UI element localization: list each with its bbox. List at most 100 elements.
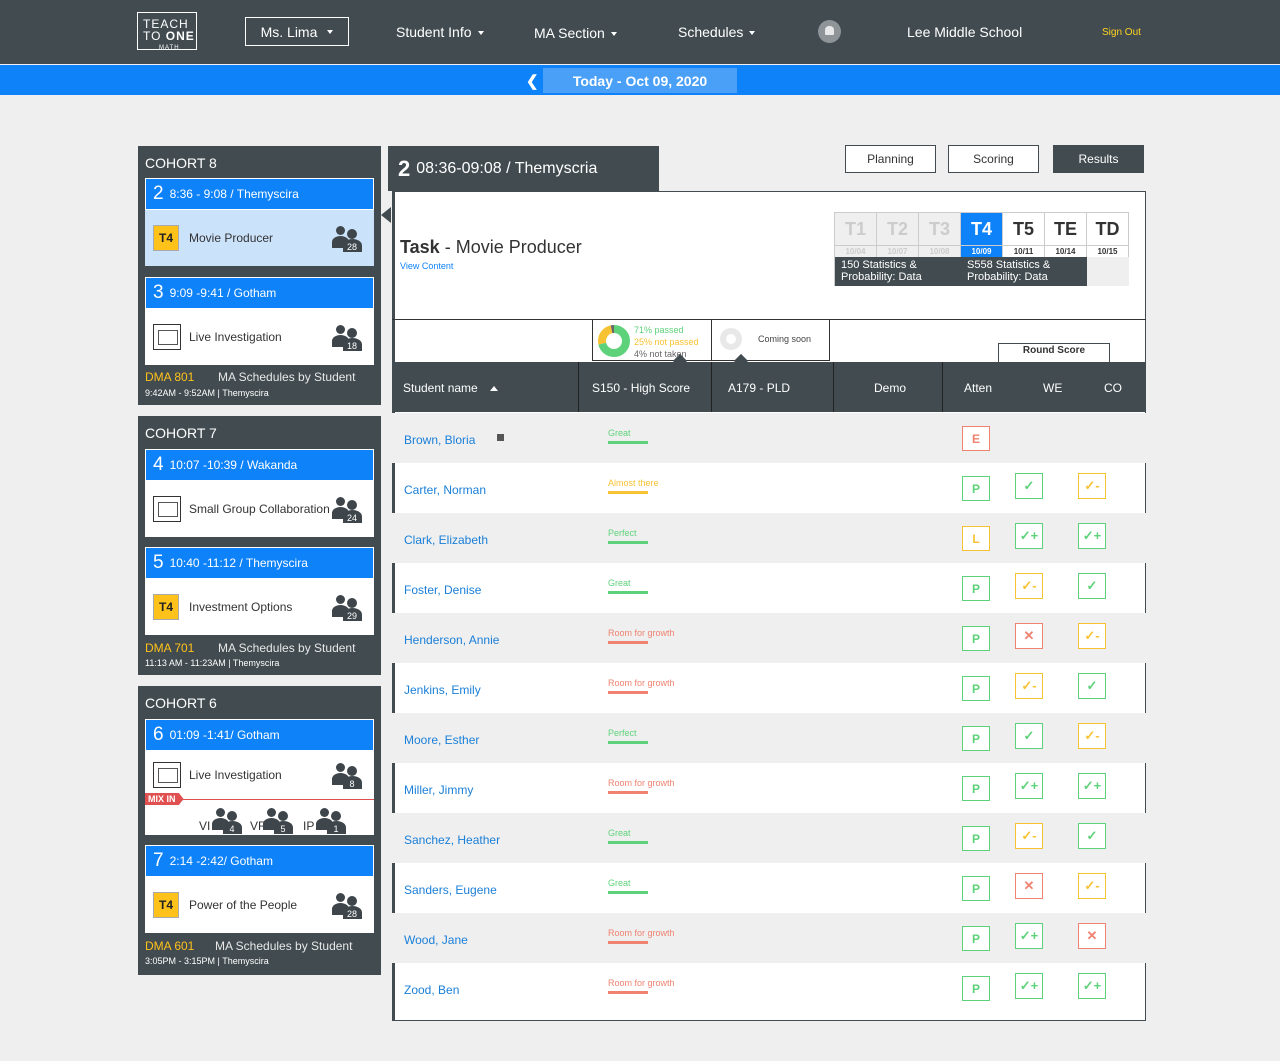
table-row[interactable]: Moore, Esther Perfect P ✓ ✓-: [392, 713, 1146, 763]
student-name[interactable]: Wood, Jane: [404, 933, 468, 947]
we-score[interactable]: ✓: [1015, 473, 1043, 499]
table-row[interactable]: Wood, Jane Room for growth P ✓+ ✕: [392, 913, 1146, 963]
nav-schedules[interactable]: Schedules: [678, 24, 756, 40]
session-card[interactable]: 6 01:09 -1:41/ Gotham Live Investigation 8 M…: [145, 719, 374, 835]
co-score[interactable]: ✓: [1078, 673, 1106, 699]
table-row[interactable]: Henderson, Annie Room for growth P ✕ ✓-: [392, 613, 1146, 663]
we-score[interactable]: ✓+: [1015, 523, 1043, 549]
tier-cell[interactable]: T2 10/07: [877, 213, 919, 257]
attendance-badge[interactable]: P: [962, 926, 990, 951]
student-name[interactable]: Clark, Elizabeth: [404, 533, 488, 547]
student-name[interactable]: Brown, Bloria: [404, 433, 475, 447]
col-atten[interactable]: Atten: [964, 381, 992, 395]
student-name[interactable]: Foster, Denise: [404, 583, 481, 597]
note-icon[interactable]: [497, 434, 504, 441]
attendance-badge[interactable]: P: [962, 476, 990, 501]
co-score[interactable]: ✓-: [1078, 873, 1106, 899]
scoring-button[interactable]: Scoring: [948, 145, 1039, 173]
nav-ma-section[interactable]: MA Section: [534, 25, 617, 41]
section-code[interactable]: DMA 601: [145, 939, 194, 953]
co-score[interactable]: ✓+: [1078, 973, 1106, 999]
table-row[interactable]: Sanders, Eugene Great P ✕ ✓-: [392, 863, 1146, 913]
co-score[interactable]: ✓-: [1078, 623, 1106, 649]
we-score[interactable]: ✓+: [1015, 973, 1043, 999]
table-row[interactable]: Carter, Norman Almost there P ✓ ✓-: [392, 463, 1146, 513]
attendance-badge[interactable]: P: [962, 976, 990, 1001]
session-header[interactable]: 4 10:07 -10:39 / Wakanda: [145, 449, 374, 481]
bell-icon[interactable]: [818, 20, 841, 43]
we-score[interactable]: ✓+: [1015, 923, 1043, 949]
student-name[interactable]: Jenkins, Emily: [404, 683, 481, 697]
schedule-link[interactable]: MA Schedules by Student: [218, 370, 355, 384]
student-name[interactable]: Miller, Jimmy: [404, 783, 473, 797]
schedule-link[interactable]: MA Schedules by Student: [218, 641, 355, 655]
section-code[interactable]: DMA 801: [145, 370, 194, 384]
table-row[interactable]: Clark, Elizabeth Perfect L ✓+ ✓+: [392, 513, 1146, 563]
we-score[interactable]: ✓+: [1015, 773, 1043, 799]
attendance-badge[interactable]: P: [962, 626, 990, 651]
we-score[interactable]: ✕: [1015, 623, 1043, 649]
we-score[interactable]: ✓-: [1015, 573, 1043, 599]
tier-cell[interactable]: T1 10/04: [835, 213, 877, 257]
table-row[interactable]: Zood, Ben Room for growth P ✓+ ✓+: [392, 963, 1146, 1013]
session-header[interactable]: 5 10:40 -11:12 / Themyscira: [145, 547, 374, 579]
session-header[interactable]: 7 2:14 -2:42/ Gotham: [145, 845, 374, 877]
sort-up-icon[interactable]: [489, 386, 498, 392]
session-header[interactable]: 6 01:09 -1:41/ Gotham: [145, 719, 374, 751]
col-we[interactable]: WE: [1043, 381, 1062, 395]
table-row[interactable]: Brown, Bloria Great E: [392, 413, 1146, 463]
attendance-badge[interactable]: P: [962, 826, 990, 851]
student-name[interactable]: Zood, Ben: [404, 983, 459, 997]
session-body[interactable]: T4 Power of the People 28: [145, 877, 374, 933]
attendance-badge[interactable]: P: [962, 776, 990, 801]
table-row[interactable]: Foster, Denise Great P ✓- ✓: [392, 563, 1146, 613]
co-score[interactable]: ✓-: [1078, 723, 1106, 749]
chevron-left-icon[interactable]: ❮: [526, 72, 539, 90]
student-name[interactable]: Moore, Esther: [404, 733, 479, 747]
student-name[interactable]: Henderson, Annie: [404, 633, 499, 647]
session-body[interactable]: Small Group Collaboration 24: [145, 481, 374, 537]
we-score[interactable]: ✓: [1015, 723, 1043, 749]
co-score[interactable]: ✓: [1078, 823, 1106, 849]
coming-soon-chip[interactable]: Coming soon: [712, 319, 830, 369]
tier-cell[interactable]: T4 10/09: [961, 213, 1003, 257]
session-card[interactable]: 3 9:09 -9:41 / Gotham Live Investigation 18: [145, 277, 374, 365]
session-body[interactable]: T4 Investment Options 29: [145, 579, 374, 635]
we-score[interactable]: ✓-: [1015, 823, 1043, 849]
co-score[interactable]: ✓-: [1078, 473, 1106, 499]
co-score[interactable]: ✓+: [1078, 523, 1106, 549]
sign-out-link[interactable]: Sign Out: [1102, 27, 1141, 38]
student-name[interactable]: Carter, Norman: [404, 483, 486, 497]
session-body[interactable]: Live Investigation 8: [145, 751, 374, 799]
nav-student-info[interactable]: Student Info: [396, 24, 484, 40]
col-demo[interactable]: Demo: [874, 381, 906, 395]
results-button[interactable]: Results: [1053, 145, 1144, 173]
session-card[interactable]: 2 8:36 - 9:08 / Themyscira T4 Movie Produce…: [145, 178, 374, 266]
col-a179[interactable]: A179 - PLD: [728, 381, 790, 395]
attendance-badge[interactable]: P: [962, 576, 990, 601]
section-code[interactable]: DMA 701: [145, 641, 194, 655]
table-row[interactable]: Miller, Jimmy Room for growth P ✓+ ✓+: [392, 763, 1146, 813]
tier-cell[interactable]: T5 10/11: [1003, 213, 1045, 257]
we-score[interactable]: ✕: [1015, 873, 1043, 899]
planning-button[interactable]: Planning: [845, 145, 936, 173]
session-header[interactable]: 3 9:09 -9:41 / Gotham: [145, 277, 374, 309]
session-body[interactable]: Live Investigation 18: [145, 309, 374, 365]
attendance-badge[interactable]: L: [962, 526, 990, 551]
mix-in-row[interactable]: MIX IN VI 4 VR 5 IP 1: [145, 793, 374, 835]
co-score[interactable]: ✕: [1078, 923, 1106, 949]
co-score[interactable]: ✓: [1078, 573, 1106, 599]
tier-cell[interactable]: TE 10/14: [1045, 213, 1087, 257]
col-co[interactable]: CO: [1104, 381, 1122, 395]
table-row[interactable]: Jenkins, Emily Room for growth P ✓- ✓: [392, 663, 1146, 713]
session-card[interactable]: 5 10:40 -11:12 / Themyscira T4 Investment O…: [145, 547, 374, 635]
tier-cell[interactable]: T3 10/08: [919, 213, 961, 257]
co-score[interactable]: ✓+: [1078, 773, 1106, 799]
session-header[interactable]: 2 8:36 - 9:08 / Themyscira: [145, 178, 374, 210]
student-name[interactable]: Sanchez, Heather: [404, 833, 500, 847]
pass-summary[interactable]: 71% passed 25% not passed 4% not taken: [592, 319, 712, 369]
view-content-link[interactable]: View Content: [400, 261, 453, 271]
student-name[interactable]: Sanders, Eugene: [404, 883, 497, 897]
attendance-badge[interactable]: P: [962, 726, 990, 751]
col-s150[interactable]: S150 - High Score: [592, 381, 690, 395]
